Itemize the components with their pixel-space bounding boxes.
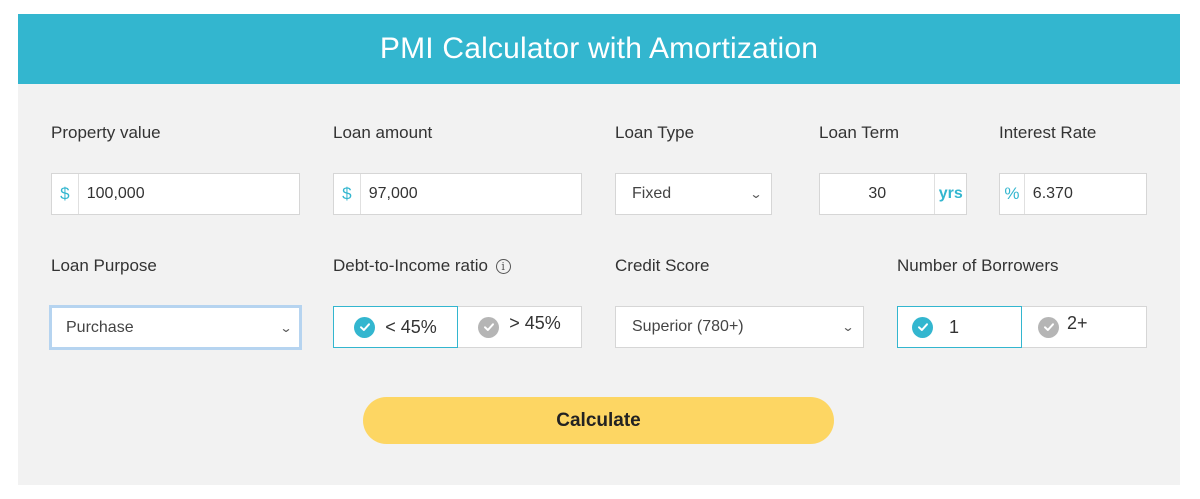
pmi-calculator: PMI Calculator with Amortization Propert… <box>18 14 1180 485</box>
info-icon[interactable]: i <box>495 259 511 274</box>
calculate-button[interactable]: Calculate <box>363 397 834 444</box>
dti-toggle: < 45% > 45% <box>333 306 582 348</box>
borrowers-toggle: 1 2+ <box>897 306 1147 348</box>
borrowers-option-2plus[interactable]: 2+ <box>1022 306 1147 348</box>
credit-score-value: Superior (780+) <box>632 318 744 335</box>
check-circle-icon <box>1038 316 1059 338</box>
years-suffix: yrs <box>934 174 966 214</box>
dollar-prefix: $ <box>334 174 361 214</box>
dti-option-label: < 45% <box>385 316 437 337</box>
loan-purpose-value: Purchase <box>66 318 134 336</box>
dti-option-under-45[interactable]: < 45% <box>333 306 458 348</box>
loan-amount-label: Loan amount <box>333 123 433 142</box>
borrowers-option-label: 1 <box>949 316 960 337</box>
dollar-prefix: $ <box>52 174 79 214</box>
loan-type-label: Loan Type <box>615 123 695 142</box>
loan-purpose-label: Loan Purpose <box>51 256 157 275</box>
calculator-header: PMI Calculator with Amortization <box>18 14 1180 84</box>
property-value-field[interactable]: $ <box>51 173 300 215</box>
loan-term-label: Loan Term <box>819 123 900 142</box>
dti-option-over-45[interactable]: > 45% <box>458 306 582 348</box>
borrowers-label: Number of Borrowers <box>897 256 1059 275</box>
chevron-down-icon: ⌄ <box>279 320 293 335</box>
property-value-input[interactable] <box>78 174 299 214</box>
chevron-down-icon: ⌄ <box>841 320 855 334</box>
borrowers-option-label: 2+ <box>1067 312 1088 333</box>
chevron-down-icon: ⌄ <box>749 187 763 201</box>
interest-rate-input[interactable] <box>1024 174 1146 214</box>
loan-term-input[interactable] <box>820 174 935 214</box>
credit-score-select[interactable]: Superior (780+) ⌄ <box>615 306 864 348</box>
check-circle-icon <box>912 316 933 338</box>
loan-type-select[interactable]: Fixed ⌄ <box>615 173 772 215</box>
interest-rate-field[interactable]: % <box>999 173 1147 215</box>
dti-label-text: Debt-to-Income ratio <box>333 256 488 275</box>
interest-rate-label: Interest Rate <box>999 123 1097 142</box>
loan-type-value: Fixed <box>632 185 672 202</box>
loan-purpose-select[interactable]: Purchase ⌄ <box>49 305 302 350</box>
check-circle-icon <box>354 316 376 338</box>
property-value-label: Property value <box>51 123 161 142</box>
loan-term-field[interactable]: yrs <box>819 173 967 215</box>
borrowers-option-1[interactable]: 1 <box>897 306 1022 348</box>
page-title: PMI Calculator with Amortization <box>379 32 819 65</box>
loan-amount-input[interactable] <box>360 174 581 214</box>
dti-label: Debt-to-Income ratio i <box>333 256 511 276</box>
check-circle-icon <box>478 316 500 338</box>
loan-amount-field[interactable]: $ <box>333 173 582 215</box>
dti-option-label: > 45% <box>509 312 561 333</box>
credit-score-label: Credit Score <box>615 256 710 275</box>
percent-prefix: % <box>1000 174 1025 214</box>
